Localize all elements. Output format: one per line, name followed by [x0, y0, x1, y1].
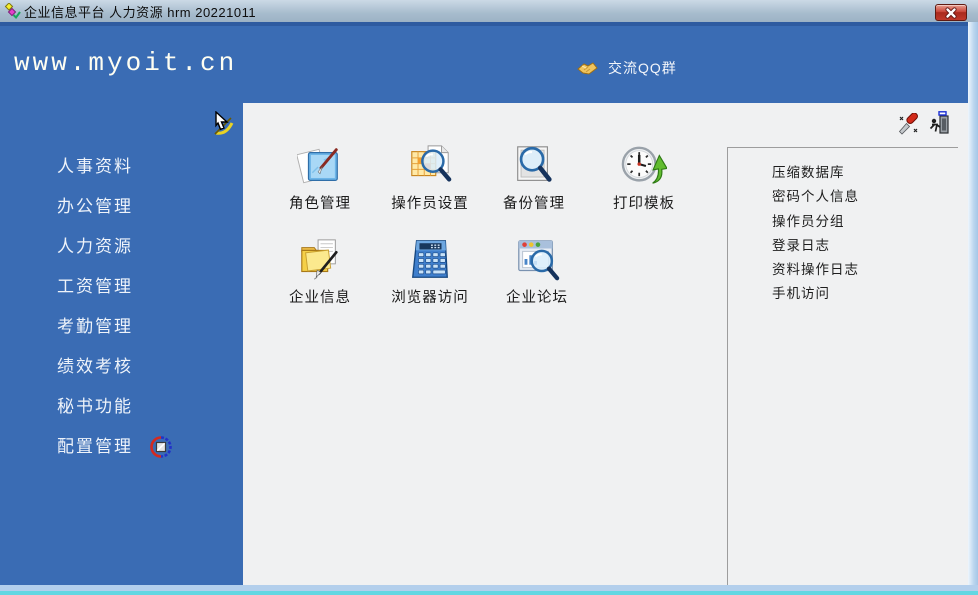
menu-label: 绩效考核	[57, 347, 133, 387]
app-window: 企业信息平台 人力资源 hrm 20221011 www.myoit.cn 交流…	[0, 0, 978, 595]
sidebar-item-attendance-management[interactable]: 考勤管理	[0, 307, 243, 347]
tile-label: 企业论坛	[485, 286, 589, 307]
close-icon	[944, 7, 958, 19]
tile-print-template[interactable]: 打印模板	[592, 143, 696, 213]
page-header: www.myoit.cn 交流QQ群	[0, 22, 978, 103]
clock-green-arrow-icon	[621, 143, 667, 189]
tile-label: 浏览器访问	[378, 286, 482, 307]
role-canvas-pen-icon	[297, 143, 343, 189]
tile-role-management[interactable]: 角色管理	[268, 143, 372, 213]
exit-door-icon[interactable]	[928, 111, 950, 135]
sidebar-item-human-resources[interactable]: 人力资源	[0, 227, 243, 267]
calculator-icon	[407, 237, 453, 283]
screwdriver-tools-icon[interactable]	[898, 113, 920, 135]
menu-label: 办公管理	[57, 187, 133, 227]
sidebar-item-secretary-functions[interactable]: 秘书功能	[0, 387, 243, 427]
qq-group-label: 交流QQ群	[608, 58, 677, 78]
tile-backup-management[interactable]: 备份管理	[482, 143, 586, 213]
sidebar-item-performance-review[interactable]: 绩效考核	[0, 347, 243, 387]
tile-browser-access[interactable]: 浏览器访问	[378, 237, 482, 307]
app-logo-icon	[4, 3, 21, 20]
link-password-personal-info[interactable]: 密码个人信息	[772, 185, 859, 209]
link-operator-groups[interactable]: 操作员分组	[772, 210, 859, 234]
cursor-bow-icon[interactable]	[212, 111, 238, 137]
quick-links-panel: 压缩数据库 密码个人信息 操作员分组 登录日志 资料操作日志 手机访问	[772, 161, 859, 307]
link-compress-database[interactable]: 压缩数据库	[772, 161, 859, 185]
panel-vertical-divider	[727, 147, 728, 585]
folder-pen-icon	[297, 237, 343, 283]
qq-group-link[interactable]: 交流QQ群	[577, 58, 677, 78]
window-right-border	[968, 22, 978, 591]
tile-label: 备份管理	[482, 192, 586, 213]
tile-label: 操作员设置	[378, 192, 482, 213]
operator-chart-magnifier-icon	[407, 143, 453, 189]
config-circle-icon	[149, 435, 173, 459]
sidebar: 人事资料 办公管理 人力资源 工资管理 考勤管理 绩效考核 秘书功能 配置管理	[0, 103, 243, 585]
close-button[interactable]	[935, 4, 967, 21]
window-title: 企业信息平台 人力资源 hrm 20221011	[24, 2, 256, 21]
panel-horizontal-divider	[728, 147, 958, 148]
menu-label: 工资管理	[57, 267, 133, 307]
title-bar: 企业信息平台 人力资源 hrm 20221011	[0, 0, 978, 22]
tile-enterprise-forum[interactable]: 企业论坛	[485, 237, 589, 307]
sidebar-menu: 人事资料 办公管理 人力资源 工资管理 考勤管理 绩效考核 秘书功能 配置管理	[0, 147, 243, 467]
tile-operator-settings[interactable]: 操作员设置	[378, 143, 482, 213]
tile-label: 打印模板	[592, 192, 696, 213]
tile-label: 角色管理	[268, 192, 372, 213]
sidebar-item-config-management[interactable]: 配置管理	[0, 427, 243, 467]
screen-bottom-edge	[0, 591, 978, 595]
menu-label: 考勤管理	[57, 307, 133, 347]
sidebar-item-salary-management[interactable]: 工资管理	[0, 267, 243, 307]
handshake-icon	[577, 60, 598, 76]
main-content: 角色管理 操作员设置 备	[243, 103, 968, 585]
menu-label: 人事资料	[57, 147, 133, 187]
link-login-log[interactable]: 登录日志	[772, 234, 859, 258]
menu-label: 配置管理	[57, 427, 133, 467]
link-data-operation-log[interactable]: 资料操作日志	[772, 258, 859, 282]
sidebar-item-office-management[interactable]: 办公管理	[0, 187, 243, 227]
menu-label: 人力资源	[57, 227, 133, 267]
tile-enterprise-info[interactable]: 企业信息	[268, 237, 372, 307]
site-url: www.myoit.cn	[14, 48, 237, 78]
link-mobile-access[interactable]: 手机访问	[772, 282, 859, 306]
forum-window-magnifier-icon	[514, 237, 560, 283]
tile-label: 企业信息	[268, 286, 372, 307]
backup-document-magnifier-icon	[511, 143, 557, 189]
sidebar-item-personnel-data[interactable]: 人事资料	[0, 147, 243, 187]
menu-label: 秘书功能	[57, 387, 133, 427]
